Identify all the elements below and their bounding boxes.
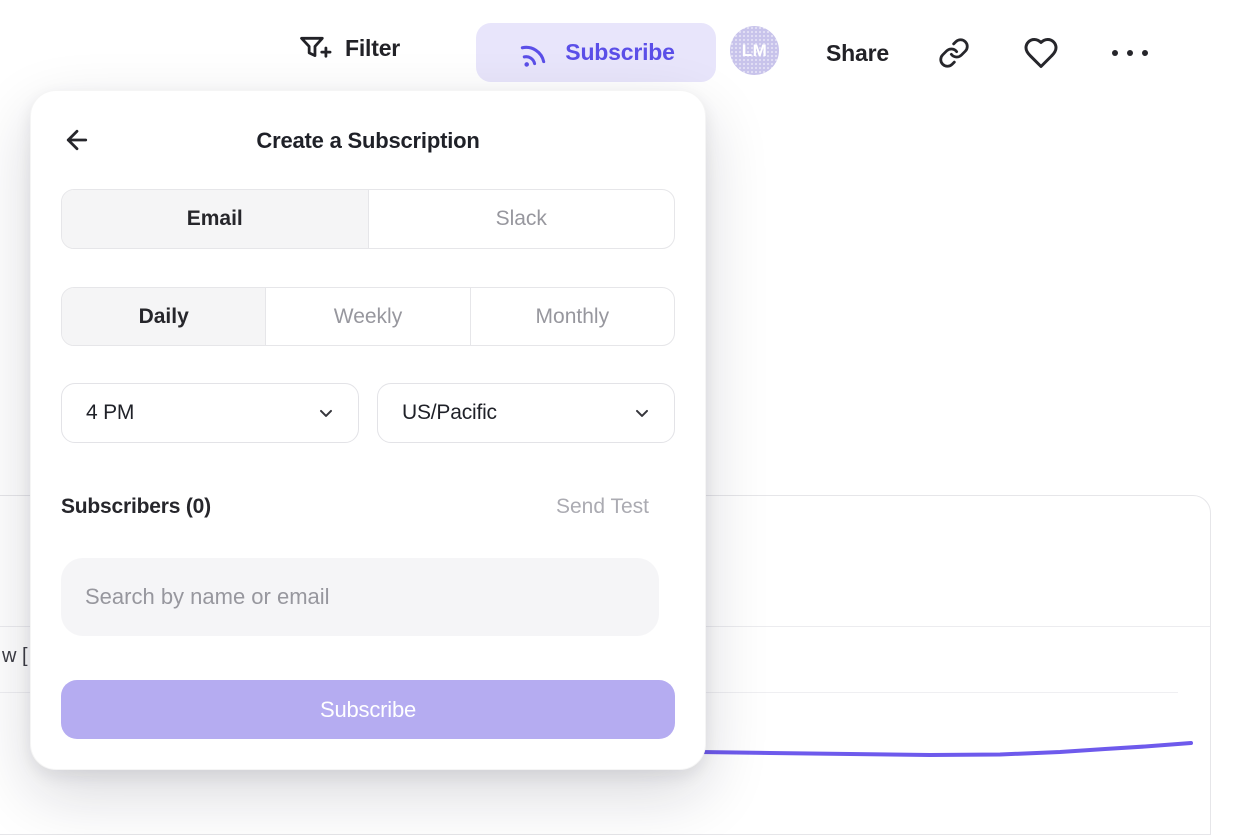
dashboard-page: w [ Filter Subscribe LM Share: [0, 0, 1234, 790]
subscribers-count-label: Subscribers (0): [61, 495, 211, 519]
tab-weekly[interactable]: Weekly: [265, 288, 469, 345]
send-test-button[interactable]: Send Test: [556, 495, 649, 519]
ellipsis-icon: [1108, 40, 1152, 66]
tab-slack[interactable]: Slack: [368, 190, 675, 248]
user-avatar[interactable]: LM: [730, 26, 779, 75]
subscriber-search-input[interactable]: [61, 558, 659, 636]
channel-segmented-control: Email Slack: [61, 189, 675, 249]
filter-label: Filter: [345, 35, 400, 62]
tab-email[interactable]: Email: [62, 190, 368, 248]
avatar-initials: LM: [742, 41, 768, 61]
subscribe-submit-button[interactable]: Subscribe: [61, 680, 675, 739]
frequency-segmented-control: Daily Weekly Monthly: [61, 287, 675, 346]
background-cutoff-text: w [: [2, 645, 28, 668]
subscribe-label: Subscribe: [565, 39, 674, 66]
share-button[interactable]: Share: [826, 34, 889, 72]
copy-link-button[interactable]: [936, 36, 972, 70]
chevron-down-icon: [632, 403, 652, 423]
filter-plus-icon: [296, 30, 332, 66]
subscribers-row: Subscribers (0) Send Test: [61, 495, 649, 521]
subscribe-button[interactable]: Subscribe: [476, 23, 716, 82]
popover-title: Create a Subscription: [31, 128, 705, 154]
timezone-select[interactable]: US/Pacific: [377, 383, 675, 443]
tab-monthly[interactable]: Monthly: [470, 288, 674, 345]
create-subscription-popover: Create a Subscription Email Slack Daily …: [30, 90, 706, 770]
tab-daily[interactable]: Daily: [62, 288, 265, 345]
chevron-down-icon: [316, 403, 336, 423]
share-label: Share: [826, 40, 889, 67]
time-select-value: 4 PM: [86, 401, 316, 425]
more-options-button[interactable]: [1108, 40, 1152, 66]
heart-icon: [1023, 35, 1059, 71]
rss-icon: [514, 34, 552, 72]
time-select[interactable]: 4 PM: [61, 383, 359, 443]
timezone-select-value: US/Pacific: [402, 401, 632, 425]
filter-button[interactable]: Filter: [296, 30, 400, 66]
favorite-button[interactable]: [1022, 34, 1060, 72]
link-icon: [938, 37, 970, 69]
